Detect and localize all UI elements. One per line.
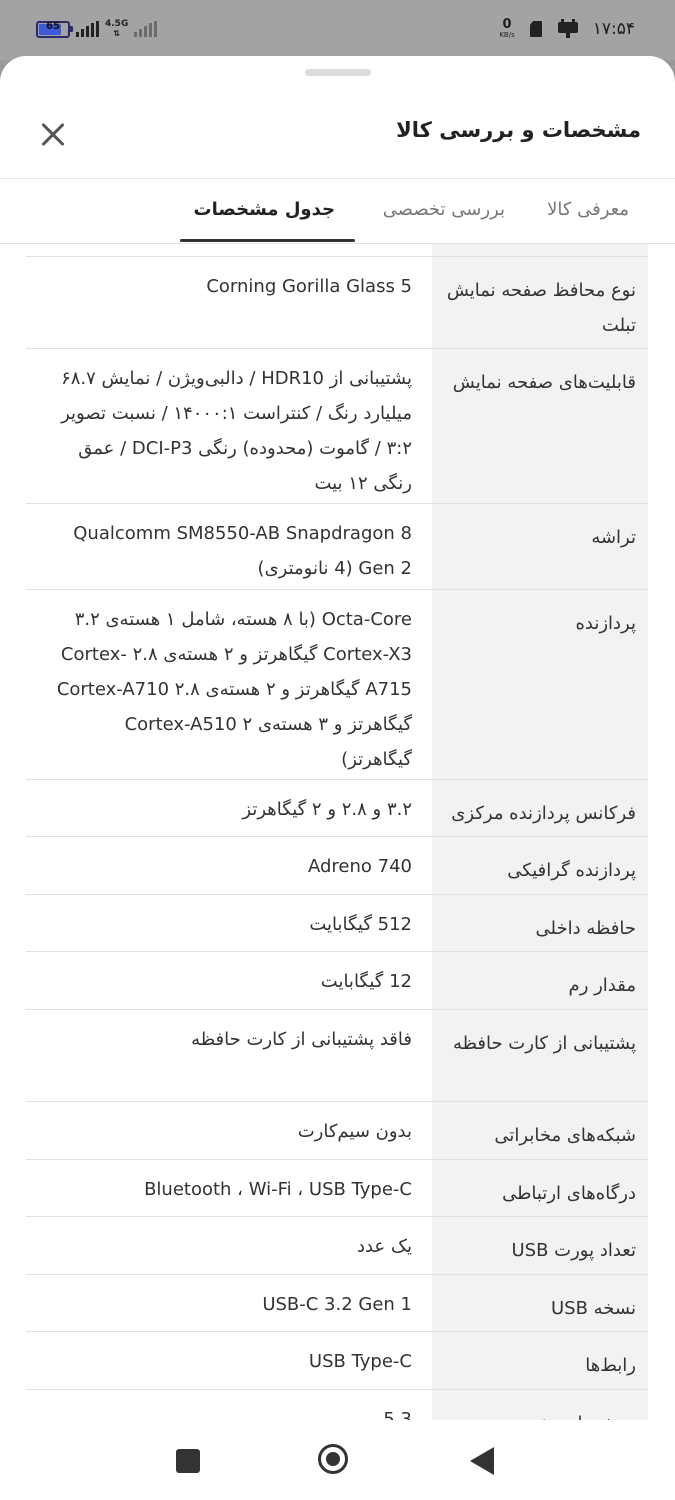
table-row: حافظه داخلی 512 گیگابایت (26, 894, 648, 952)
spec-value: فاقد پشتیبانی از کارت حافظه (191, 1029, 412, 1050)
spec-key: رابط‌ها (432, 1332, 648, 1390)
spec-key: مقدار رم (432, 952, 648, 1010)
spec-key: نسخه بلوتوث (432, 1390, 648, 1420)
home-circle-icon[interactable] (318, 1444, 348, 1474)
spec-key: تعداد پورت USB (432, 1217, 648, 1275)
table-row: پردازنده گرافیکی Adreno 740 (26, 836, 648, 895)
spec-value: Octa-Core (با ۸ هسته، شامل ۱ هسته‌ی ۳.۲ … (56, 609, 412, 770)
spec-value: 12 گیگابایت (320, 971, 412, 992)
spec-value: بدون سیم‌کارت (297, 1121, 412, 1142)
spec-table-top (26, 244, 648, 256)
signal-bars-icon (76, 21, 99, 37)
network-type: 4.5G (105, 19, 129, 29)
table-row: نسخه بلوتوث 5.3 (26, 1389, 648, 1420)
spec-key: حافظه داخلی (432, 895, 648, 952)
spec-value: یک عدد (356, 1236, 412, 1257)
data-speed-value: 0 (502, 17, 512, 32)
table-row: نوع محافظ صفحه نمایش تبلت Corning Gorill… (26, 256, 648, 349)
spec-value: 5.3 (383, 1409, 412, 1420)
spec-value: 512 گیگابایت (309, 914, 412, 935)
sim-card-icon (529, 21, 542, 37)
table-row: رابط‌ها USB Type-C (26, 1331, 648, 1390)
table-row: تعداد پورت USB یک عدد (26, 1216, 648, 1275)
spec-key: درگاه‌های ارتباطی (432, 1160, 648, 1217)
battery-icon: 65 (36, 20, 73, 38)
sheet-header: مشخصات و بررسی کالا (0, 96, 675, 176)
data-speed: 0 KB/s (499, 18, 514, 40)
recents-square-icon[interactable] (176, 1449, 200, 1473)
spec-value: Bluetooth ، Wi-Fi ، USB Type-C (144, 1179, 412, 1200)
status-bar: 65 4.5G ⇅ 0 KB/s ۱۷:۵۴ (0, 0, 675, 60)
spec-value: Qualcomm SM8550-AB Snapdragon 8 Gen 2 (4… (73, 523, 412, 579)
spec-value: Adreno 740 (307, 856, 412, 877)
spec-key: نوع محافظ صفحه نمایش تبلت (432, 257, 648, 349)
spec-value: Corning Gorilla Glass 5 (206, 276, 412, 297)
sheet-title: مشخصات و بررسی کالا (396, 118, 641, 142)
status-right: 0 KB/s ۱۷:۵۴ (499, 18, 635, 40)
clock: ۱۷:۵۴ (592, 19, 635, 39)
spec-key: پردازنده (432, 590, 648, 780)
tab-specifications[interactable]: جدول مشخصات (194, 199, 335, 220)
battery-level: 65 (46, 20, 60, 32)
back-triangle-icon[interactable] (470, 1447, 494, 1475)
tab-expert-review[interactable]: بررسی تخصصی (383, 199, 505, 220)
spec-key: نسخه USB (432, 1275, 648, 1332)
table-row: نسخه USB USB-C 3.2 Gen 1 (26, 1274, 648, 1332)
spec-value: ۳.۲ و ۲.۸ و ۲ گیگاهرتز (242, 799, 412, 820)
table-row: قابلیت‌های صفحه نمایش پشتیبانی از HDR10 … (26, 348, 648, 504)
spec-key: فرکانس پردازنده مرکزی (432, 780, 648, 837)
bottom-sheet: مشخصات و بررسی کالا معرفی کالا بررسی تخص… (0, 56, 675, 1500)
network-indicator: 4.5G ⇅ (105, 19, 129, 39)
table-row: پشتیبانی از کارت حافظه فاقد پشتیبانی از … (26, 1009, 648, 1102)
table-row: فرکانس پردازنده مرکزی ۳.۲ و ۲.۸ و ۲ گیگا… (26, 779, 648, 837)
spec-key: پردازنده گرافیکی (432, 837, 648, 895)
active-tab-indicator (180, 239, 355, 242)
notification-board-icon (557, 19, 578, 38)
table-row: مقدار رم 12 گیگابایت (26, 951, 648, 1010)
spec-table[interactable]: نوع محافظ صفحه نمایش تبلت Corning Gorill… (26, 244, 648, 1420)
table-row: درگاه‌های ارتباطی Bluetooth ، Wi-Fi ، US… (26, 1159, 648, 1217)
spec-value: USB Type-C (308, 1351, 412, 1372)
spec-value: پشتیبانی از HDR10 / دالبی‌ویژن / نمایش ۶… (61, 368, 412, 494)
spec-key: قابلیت‌های صفحه نمایش (432, 349, 648, 504)
signal-bars-secondary-icon (134, 21, 158, 37)
status-left: 65 4.5G ⇅ (36, 19, 158, 39)
system-nav-bar (0, 1420, 675, 1500)
data-speed-unit: KB/s (499, 31, 515, 39)
table-row: شبکه‌های مخابراتی بدون سیم‌کارت (26, 1101, 648, 1160)
spec-key: شبکه‌های مخابراتی (432, 1102, 648, 1160)
spec-key: تراشه (432, 504, 648, 590)
data-arrows-icon: ⇅ (113, 29, 121, 38)
table-row: پردازنده Octa-Core (با ۸ هسته، شامل ۱ هس… (26, 589, 648, 780)
close-icon[interactable] (36, 118, 70, 152)
tab-bar: معرفی کالا بررسی تخصصی جدول مشخصات (0, 179, 675, 244)
table-row: تراشه Qualcomm SM8550-AB Snapdragon 8 Ge… (26, 503, 648, 590)
spec-key: پشتیبانی از کارت حافظه (432, 1010, 648, 1102)
sheet-drag-handle[interactable] (305, 69, 371, 76)
tab-product-intro[interactable]: معرفی کالا (547, 199, 629, 220)
spec-value: USB-C 3.2 Gen 1 (262, 1294, 412, 1315)
